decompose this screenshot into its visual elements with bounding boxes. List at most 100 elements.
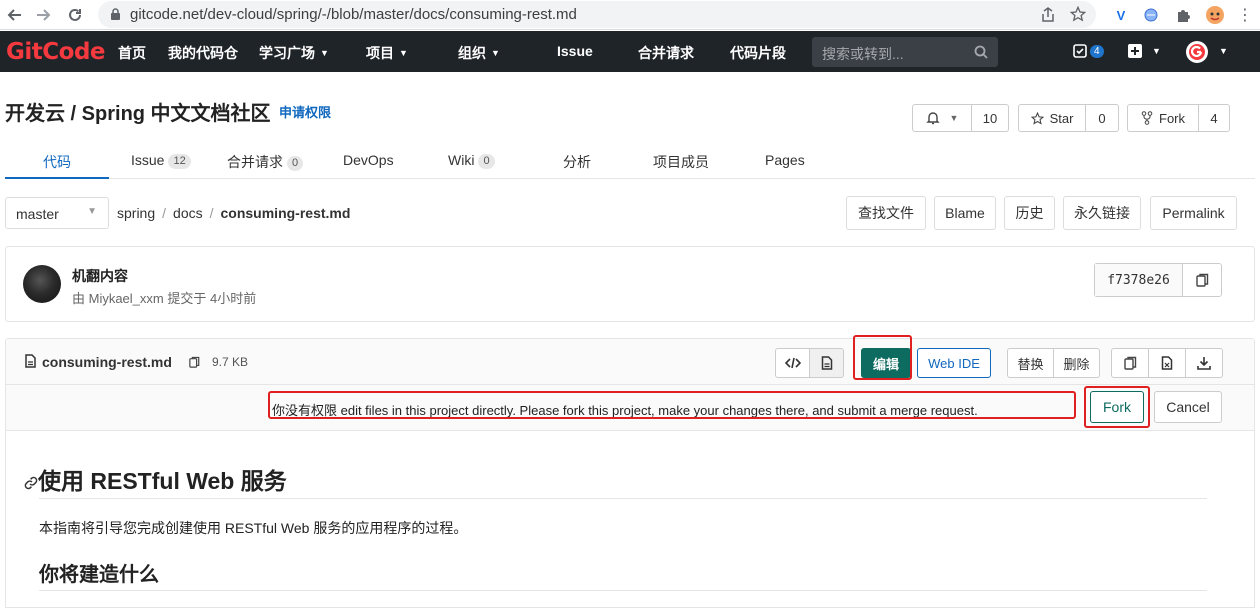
tab-pages[interactable]: Pages bbox=[765, 152, 805, 168]
search-placeholder: 搜索或转到... bbox=[822, 46, 904, 62]
web-ide-button[interactable]: Web IDE bbox=[917, 348, 991, 378]
project-title[interactable]: 开发云 / Spring 中文文档社区 bbox=[5, 97, 271, 126]
display-rendered-button[interactable] bbox=[809, 348, 844, 378]
tab-merge-requests[interactable]: 合并请求 0 bbox=[227, 152, 304, 172]
tab-members[interactable]: 项目成员 bbox=[653, 152, 709, 172]
reload-button[interactable] bbox=[64, 4, 86, 26]
chevron-down-icon: ▼ bbox=[491, 48, 500, 58]
browser-menu-icon[interactable]: ⋮ bbox=[1234, 4, 1256, 26]
branch-name: master bbox=[16, 206, 59, 222]
cancel-button[interactable]: Cancel bbox=[1154, 391, 1222, 423]
browser-toolbar: gitcode.net/dev-cloud/spring/-/blob/mast… bbox=[0, 0, 1260, 30]
avatar[interactable] bbox=[23, 265, 61, 303]
fork-icon bbox=[1141, 111, 1153, 125]
commit-meta: 由 Miykael_xxm 提交于 4小时前 bbox=[72, 291, 257, 306]
copy-icon[interactable] bbox=[189, 356, 200, 369]
tab-devops[interactable]: DevOps bbox=[343, 152, 394, 168]
chevron-down-icon[interactable]: ▼ bbox=[1152, 46, 1161, 56]
breadcrumb-current[interactable]: consuming-rest.md bbox=[221, 205, 351, 221]
branch-selector[interactable]: master ▼ bbox=[5, 197, 109, 229]
chevron-down-icon: ▼ bbox=[87, 206, 97, 217]
url-text: gitcode.net/dev-cloud/spring/-/blob/mast… bbox=[130, 6, 577, 23]
highlight-box bbox=[1084, 386, 1150, 428]
commit-title[interactable]: 机翻内容 bbox=[72, 266, 128, 286]
link-icon[interactable] bbox=[24, 476, 38, 490]
request-access-link[interactable]: 申请权限 bbox=[279, 102, 331, 121]
nav-groups[interactable]: 组织 ▼ bbox=[458, 43, 500, 63]
tab-count-badge: 12 bbox=[168, 154, 191, 169]
arrow-right-icon bbox=[37, 9, 51, 21]
download-icon bbox=[1197, 357, 1211, 370]
nav-issue[interactable]: Issue bbox=[557, 43, 593, 59]
gitcode-logo[interactable]: GitCode bbox=[6, 39, 106, 65]
search-input[interactable]: 搜索或转到... bbox=[812, 37, 998, 67]
star-button[interactable]: Star 0 bbox=[1018, 104, 1119, 132]
active-tab-indicator bbox=[5, 177, 109, 179]
file-icon bbox=[25, 354, 36, 368]
bookmark-star-icon[interactable] bbox=[1070, 6, 1086, 22]
plus-icon[interactable] bbox=[1128, 44, 1142, 58]
breadcrumb-item[interactable]: spring bbox=[117, 205, 155, 221]
notification-toggle[interactable]: ▼ bbox=[913, 105, 971, 131]
find-file-button[interactable]: 查找文件 bbox=[846, 196, 926, 230]
share-icon[interactable] bbox=[1041, 7, 1055, 22]
file-viewer: consuming-rest.md 9.7 KB 编辑 Web IDE 替换 删… bbox=[5, 335, 1255, 608]
nav-learning[interactable]: 学习广场 ▼ bbox=[259, 43, 329, 63]
forward-button[interactable] bbox=[32, 4, 54, 26]
star-label: Star bbox=[1049, 110, 1074, 126]
top-navigation: GitCode 首页 我的代码仓 学习广场 ▼ 项目 ▼ 组织 ▼ Issue 合并请… bbox=[0, 31, 1260, 72]
permalink-button[interactable]: Permalink bbox=[1150, 196, 1237, 230]
nav-snippets[interactable]: 代码片段 bbox=[730, 43, 786, 63]
nav-home[interactable]: 首页 bbox=[118, 43, 146, 63]
history-button[interactable]: 历史 bbox=[1004, 196, 1055, 230]
open-raw-button[interactable] bbox=[1148, 348, 1186, 378]
address-bar[interactable]: gitcode.net/dev-cloud/spring/-/blob/mast… bbox=[98, 1, 1096, 28]
highlight-box bbox=[268, 391, 1076, 419]
fork-label: Fork bbox=[1159, 110, 1185, 126]
divider bbox=[39, 590, 1207, 591]
tab-analytics[interactable]: 分析 bbox=[563, 152, 591, 172]
delete-button[interactable]: 删除 bbox=[1053, 348, 1100, 378]
lock-icon bbox=[111, 8, 120, 20]
copy-sha-button[interactable] bbox=[1183, 264, 1221, 296]
back-button[interactable] bbox=[4, 4, 26, 26]
copy-contents-button[interactable] bbox=[1111, 348, 1149, 378]
profile-avatar-icon[interactable] bbox=[1204, 4, 1226, 26]
arrow-left-icon bbox=[7, 9, 21, 21]
tab-count-badge: 0 bbox=[478, 154, 495, 169]
permanent-link-button[interactable]: 永久链接 bbox=[1063, 196, 1141, 230]
notification-button[interactable]: ▼ 10 bbox=[912, 104, 1009, 132]
bell-icon bbox=[925, 112, 940, 125]
tab-wiki[interactable]: Wiki 0 bbox=[448, 152, 495, 169]
fork-count: 4 bbox=[1198, 105, 1229, 131]
nav-merge-requests[interactable]: 合并请求 bbox=[638, 43, 694, 63]
commit-sha-group: f7378e26 bbox=[1094, 263, 1222, 297]
last-commit-panel: 机翻内容 由 Miykael_xxm 提交于 4小时前 f7378e26 bbox=[5, 246, 1255, 322]
tab-code[interactable]: 代码 bbox=[43, 152, 71, 172]
download-button[interactable] bbox=[1185, 348, 1223, 378]
file-name: consuming-rest.md bbox=[42, 354, 172, 370]
fork-project-button[interactable]: Fork 4 bbox=[1127, 104, 1230, 132]
replace-button[interactable]: 替换 bbox=[1007, 348, 1054, 378]
nav-my-repos[interactable]: 我的代码仓 bbox=[168, 43, 238, 63]
content-paragraph: 本指南将引导您完成创建使用 RESTful Web 服务的应用程序的过程。 bbox=[39, 520, 468, 536]
todo-check-icon[interactable] bbox=[1073, 44, 1087, 58]
extensions-puzzle-icon[interactable] bbox=[1172, 4, 1194, 26]
tab-issue[interactable]: Issue 12 bbox=[131, 152, 191, 169]
nav-projects[interactable]: 项目 ▼ bbox=[366, 43, 408, 63]
search-icon bbox=[974, 45, 988, 59]
notification-count: 10 bbox=[971, 105, 1008, 131]
breadcrumb: spring / docs / consuming-rest.md bbox=[117, 205, 351, 221]
divider bbox=[39, 498, 1207, 499]
extension-globe-icon[interactable] bbox=[1140, 4, 1162, 26]
code-icon bbox=[784, 357, 801, 369]
user-avatar-icon[interactable] bbox=[1185, 40, 1209, 64]
chevron-down-icon[interactable]: ▼ bbox=[1219, 46, 1228, 56]
breadcrumb-item[interactable]: docs bbox=[173, 205, 203, 221]
blame-button[interactable]: Blame bbox=[934, 196, 996, 230]
display-source-button[interactable] bbox=[775, 348, 810, 378]
content-subheading: 你将建造什么 bbox=[39, 564, 159, 586]
chevron-down-icon: ▼ bbox=[949, 113, 959, 123]
commit-sha[interactable]: f7378e26 bbox=[1095, 264, 1183, 296]
extension-v-icon[interactable]: V bbox=[1110, 4, 1132, 26]
